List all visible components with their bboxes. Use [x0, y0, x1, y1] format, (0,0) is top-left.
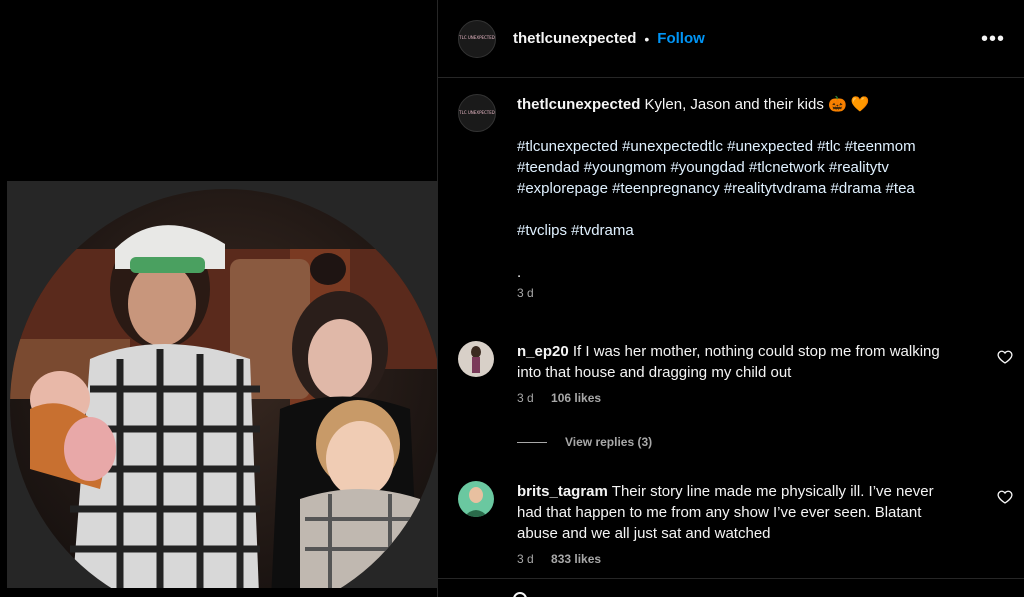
separator-dot: •	[644, 30, 650, 47]
comment-text: If I was her mother, nothing could stop …	[517, 343, 940, 381]
caption-avatar[interactable]: TLC UNEXPECTED	[458, 94, 496, 132]
commenter-avatar[interactable]	[458, 481, 494, 517]
caption-timestamp[interactable]: 3 d	[517, 283, 1003, 304]
caption-dot: .	[517, 264, 522, 281]
more-options-icon[interactable]: •••	[981, 28, 1005, 51]
comment-meta: 3 d 106 likes	[517, 391, 1003, 405]
post-header: TLC UNEXPECTED thetlcunexpected • Follow…	[438, 0, 1024, 78]
caption-text: Kylen, Jason and their kids 🎃 🧡	[644, 96, 870, 113]
comment-action-icon[interactable]	[513, 592, 527, 597]
comment-username[interactable]: brits_tagram	[517, 483, 608, 500]
post-media	[0, 0, 437, 597]
comment-likes[interactable]: 106 likes	[551, 391, 601, 405]
view-replies-button[interactable]: View replies (3)	[517, 435, 652, 449]
avatar[interactable]: TLC UNEXPECTED	[458, 19, 496, 58]
hashtags-line-3[interactable]: #explorepage #teenpregnancy #realitytvdr…	[517, 178, 1003, 199]
comment-timestamp[interactable]: 3 d	[517, 552, 534, 566]
comment-text-block: n_ep20 If I was her mother, nothing coul…	[517, 341, 947, 383]
comment-meta: 3 d 833 likes	[517, 552, 1003, 566]
heart-icon[interactable]	[997, 349, 1013, 365]
view-replies-label[interactable]: View replies (3)	[565, 435, 652, 449]
comment-text-block: brits_tagram Their story line made me ph…	[517, 481, 947, 544]
caption-body: thetlcunexpected Kylen, Jason and their …	[517, 94, 1003, 304]
commenter-avatar-image	[458, 341, 494, 377]
comment-item: brits_tagram Their story line made me ph…	[458, 481, 1013, 566]
family-photo-illustration	[10, 225, 437, 588]
avatar-logo: TLC UNEXPECTED	[459, 35, 495, 41]
comment-likes[interactable]: 833 likes	[551, 552, 601, 566]
comment-timestamp[interactable]: 3 d	[517, 391, 534, 405]
header-username[interactable]: thetlcunexpected	[513, 30, 636, 47]
hashtags-line-4[interactable]: #tvclips #tvdrama	[517, 220, 1003, 241]
comment-item: n_ep20 If I was her mother, nothing coul…	[458, 341, 1013, 405]
post-caption: TLC UNEXPECTED thetlcunexpected Kylen, J…	[458, 94, 1003, 304]
commenter-avatar[interactable]	[458, 341, 494, 377]
caption-avatar-logo: TLC UNEXPECTED	[459, 109, 495, 115]
caption-username[interactable]: thetlcunexpected	[517, 96, 640, 113]
follow-button[interactable]: Follow	[657, 30, 705, 47]
actions-divider	[438, 578, 1024, 579]
comment-username[interactable]: n_ep20	[517, 343, 569, 360]
replies-divider	[517, 441, 547, 443]
family-photo	[10, 189, 437, 588]
hashtags-line-1[interactable]: #tlcunexpected #unexpectedtlc #unexpecte…	[517, 136, 1003, 157]
post-details-panel: TLC UNEXPECTED thetlcunexpected • Follow…	[437, 0, 1024, 597]
heart-icon[interactable]	[997, 489, 1013, 505]
hashtags-line-2[interactable]: #teendad #youngmom #youngdad #tlcnetwork…	[517, 157, 1003, 178]
post-image[interactable]	[7, 181, 437, 588]
commenter-avatar-image	[458, 481, 494, 517]
